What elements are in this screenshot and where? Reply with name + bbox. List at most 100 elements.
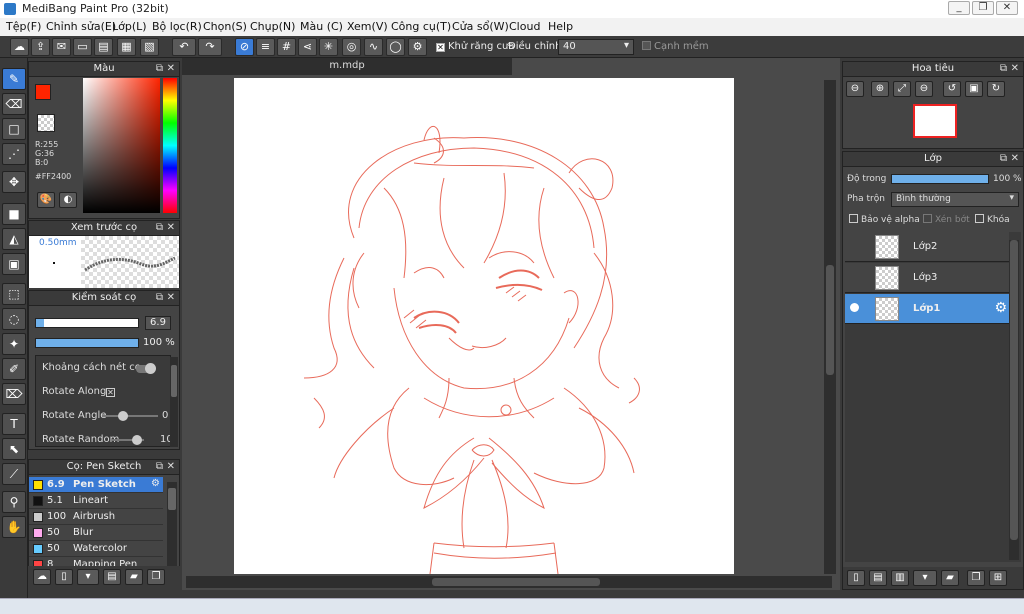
canvas-horizontal-scrollbar[interactable]: [186, 576, 832, 588]
duplicate-brush-icon[interactable]: ❐: [147, 569, 165, 585]
text-tool-icon[interactable]: T: [2, 413, 26, 435]
menu-tools[interactable]: Công cụ(T): [391, 20, 451, 33]
brush-folder-icon[interactable]: ▰: [125, 569, 143, 585]
menu-window[interactable]: Cửa sổ(W): [452, 20, 509, 33]
snap-off-icon[interactable]: ⊘: [235, 38, 254, 56]
new-brush-icon[interactable]: ▯: [55, 569, 73, 585]
vertical-scroll-thumb[interactable]: [826, 265, 834, 375]
rect-shape-tool-icon[interactable]: □: [2, 118, 26, 140]
lock-checkbox[interactable]: [975, 214, 984, 223]
circle-snap-icon[interactable]: ◎: [342, 38, 361, 56]
undo-icon[interactable]: ↶: [172, 38, 196, 56]
gradient-tool-icon[interactable]: ▣: [2, 253, 26, 275]
spacing-toggle[interactable]: [136, 363, 156, 374]
minimize-icon[interactable]: _: [948, 1, 970, 15]
brush-item-blur[interactable]: 50 Blur: [29, 525, 163, 541]
vanishing-snap-icon[interactable]: ⋖: [298, 38, 317, 56]
menu-color[interactable]: Màu (C): [300, 20, 343, 33]
ellipse-snap-icon[interactable]: ◯: [386, 38, 405, 56]
cross-snap-icon[interactable]: #: [277, 38, 296, 56]
rotate-random-slider[interactable]: [112, 435, 144, 445]
add-brush-icon[interactable]: ▾: [77, 569, 99, 585]
clipping-checkbox[interactable]: [923, 214, 932, 223]
brush-item-airbrush[interactable]: 100 Airbrush: [29, 509, 163, 525]
hand-tool-icon[interactable]: ✋: [2, 516, 26, 538]
color-settings-icon[interactable]: ◐: [59, 192, 77, 208]
clipping-toggle[interactable]: Xén bớt: [923, 214, 970, 225]
restore-icon[interactable]: ❐: [972, 1, 994, 15]
brush-tool-icon[interactable]: ✎: [2, 68, 26, 90]
brush-list-scroll-thumb[interactable]: [168, 488, 176, 510]
popout-icon[interactable]: ⧉: [156, 291, 163, 305]
brush-settings-icon[interactable]: ▤: [103, 569, 121, 585]
menu-layer[interactable]: Lớp(L): [112, 20, 147, 33]
menu-view[interactable]: Xem(V): [347, 20, 388, 33]
grid-icon[interactable]: ▧: [140, 38, 159, 56]
rotate-angle-knob[interactable]: [118, 411, 128, 421]
lock-toggle[interactable]: Khóa: [975, 214, 1010, 225]
parallel-snap-icon[interactable]: ≡: [256, 38, 275, 56]
select-rect-tool-icon[interactable]: ⬚: [2, 283, 26, 305]
dot-tool-icon[interactable]: ⋰: [2, 143, 26, 165]
correction-select[interactable]: 40 ▾: [558, 39, 634, 55]
brush-size-value[interactable]: 6.9: [145, 316, 171, 330]
new-layer-icon[interactable]: ▯: [847, 570, 865, 586]
gear-icon[interactable]: ⚙: [994, 300, 1007, 316]
document-tab[interactable]: m.mdp: [182, 58, 512, 75]
close-icon[interactable]: ✕: [167, 460, 175, 474]
select-pen-icon[interactable]: ✐: [2, 358, 26, 380]
brush-item-pen-sketch[interactable]: 6.9 Pen Sketch ⚙: [29, 477, 163, 493]
canvas-vertical-scrollbar[interactable]: [824, 80, 836, 574]
layer-list-scrollbar[interactable]: [1009, 240, 1019, 560]
popout-icon[interactable]: ⧉: [1000, 152, 1007, 166]
menu-edit[interactable]: Chỉnh sửa(E): [46, 20, 116, 33]
rotate-angle-slider[interactable]: [102, 411, 158, 421]
brush-item-watercolor[interactable]: 50 Watercolor: [29, 541, 163, 557]
snap-settings-icon[interactable]: ⚙: [408, 38, 427, 56]
menu-cloud[interactable]: Cloud: [509, 20, 540, 33]
gear-icon[interactable]: ⚙: [151, 478, 160, 489]
layer-scroll-thumb[interactable]: [1010, 240, 1018, 540]
rotate-random-knob[interactable]: [132, 435, 142, 445]
close-icon[interactable]: ✕: [167, 221, 175, 235]
menu-help[interactable]: Help: [548, 20, 573, 33]
move-tool-icon[interactable]: ✥: [2, 171, 26, 193]
layer-properties-icon[interactable]: ⊞: [989, 570, 1007, 586]
zoom-out-icon[interactable]: ⊖: [915, 81, 933, 97]
rotate-along-checkbox[interactable]: ✕: [106, 388, 115, 397]
antialias-toggle[interactable]: ✕ Khử răng cưa: [436, 41, 514, 52]
brush-list-scrollbar[interactable]: [167, 482, 177, 568]
zoom-in-icon[interactable]: ⊕: [871, 81, 889, 97]
navigator-thumbnail[interactable]: [913, 104, 957, 138]
close-icon[interactable]: ✕: [167, 291, 175, 305]
chat-icon[interactable]: ✉: [52, 38, 71, 56]
options-scroll-thumb[interactable]: [171, 365, 177, 397]
transparent-color-swatch[interactable]: [37, 114, 55, 132]
select-eraser-icon[interactable]: ⌦: [2, 383, 26, 405]
layer-item[interactable]: Lớp3: [845, 263, 1009, 293]
protect-alpha-checkbox[interactable]: [849, 214, 858, 223]
antialias-checkbox[interactable]: ✕: [436, 43, 445, 52]
cloud-icon[interactable]: ☁: [10, 38, 29, 56]
add-layer-menu-icon[interactable]: ▾: [913, 570, 937, 586]
close-icon[interactable]: ✕: [1011, 62, 1019, 76]
eraser-tool-icon[interactable]: ⌫: [2, 93, 26, 115]
foreground-color-swatch[interactable]: [35, 84, 51, 100]
operation-tool-icon[interactable]: ⬉: [2, 438, 26, 460]
hue-slider[interactable]: [163, 78, 177, 213]
fill-rect-tool-icon[interactable]: ■: [2, 203, 26, 225]
comment-icon[interactable]: ▭: [73, 38, 92, 56]
horizontal-scroll-thumb[interactable]: [432, 578, 600, 586]
brush-size-slider[interactable]: [35, 318, 139, 328]
options-scrollbar[interactable]: [170, 357, 178, 447]
soft-edge-toggle[interactable]: Cạnh mềm: [642, 41, 709, 52]
blend-mode-select[interactable]: Bình thường ▾: [891, 192, 1019, 207]
curve-snap-icon[interactable]: ∿: [364, 38, 383, 56]
close-icon[interactable]: ✕: [996, 1, 1018, 15]
rotate-left-icon[interactable]: ↺: [943, 81, 961, 97]
drawing-canvas[interactable]: [234, 78, 734, 574]
visibility-icon[interactable]: [850, 303, 859, 312]
redo-icon[interactable]: ↷: [198, 38, 222, 56]
menu-capture[interactable]: Chụp(N): [250, 20, 295, 33]
share-icon[interactable]: ⇪: [31, 38, 50, 56]
